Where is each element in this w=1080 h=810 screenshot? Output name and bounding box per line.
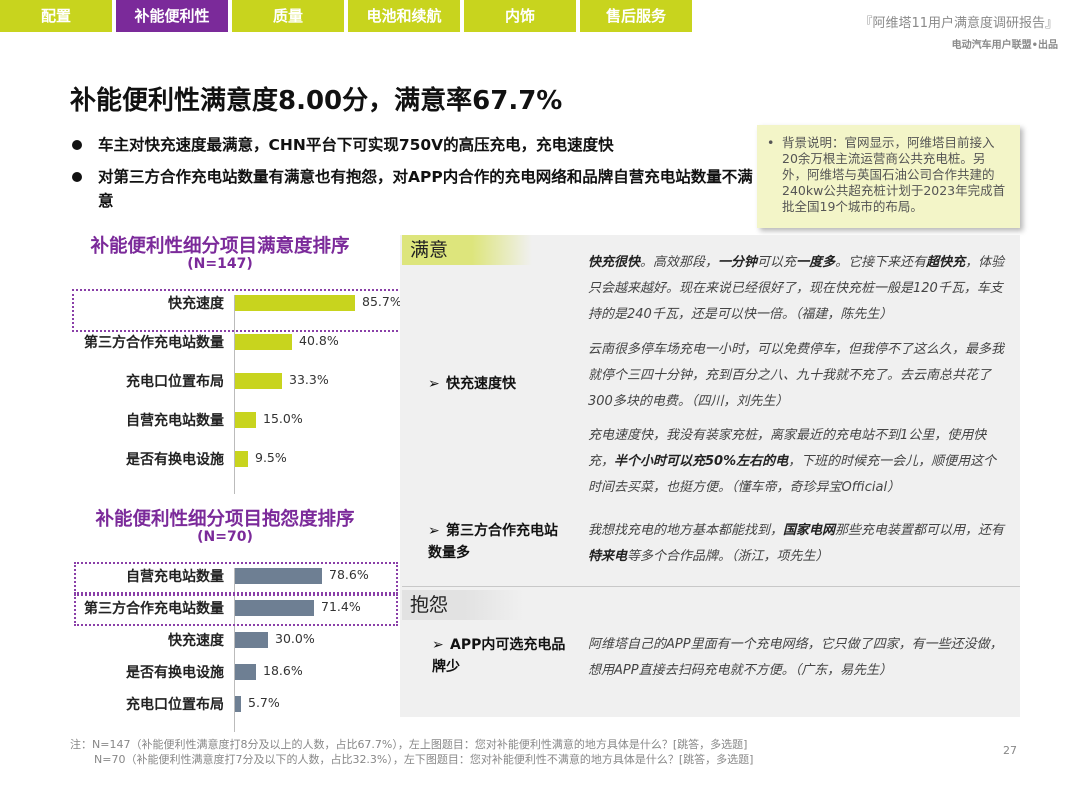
complaint-chart-title: 补能便利性细分项目抱怨度排序	[95, 509, 355, 530]
user-quote: 云南很多停车场充电一小时，可以免费停车，但我停不了这么久，最多我就停个三四十分钟…	[588, 342, 1005, 409]
user-quote: 我想找充电的地方基本都能找到，国家电网那些充电装置都可以用，还有特来电等多个合作…	[588, 523, 1005, 564]
bar	[235, 373, 282, 389]
arrow-right-icon: ➢	[432, 637, 444, 653]
finding-text: 对第三方合作充电站数量有满意也有抱怨，对APP内合作的充电网络和品牌自营充电站数…	[98, 168, 753, 210]
tab-quality[interactable]: 质量	[232, 0, 344, 32]
bar-value-label: 33.3%	[289, 372, 329, 387]
bar-category-label: 第三方合作充电站数量	[84, 601, 224, 617]
tag-fade	[464, 590, 524, 620]
note-bullet-icon: •	[767, 135, 775, 150]
bar-value-label: 9.5%	[255, 450, 287, 465]
tab-after-sales[interactable]: 售后服务	[580, 0, 692, 32]
tab-battery-range[interactable]: 电池和续航	[348, 0, 460, 32]
bar-category-label: 自营充电站数量	[126, 569, 224, 585]
background-note: • 背景说明：官网显示，阿维塔目前接入20余万根主流运营商公共充电桩。另外，阿维…	[757, 125, 1020, 228]
user-quote: 快充很快。高效那段，一分钟可以充一度多。它接下来还有超快充，体验只会越来越好。现…	[588, 255, 1005, 322]
footnote-line: 注：N=147（补能便利性满意度打8分及以上的人数，占比67.7%），左上图题目…	[70, 738, 748, 751]
tab-config[interactable]: 配置	[0, 0, 112, 32]
arrow-right-icon: ➢	[428, 376, 440, 392]
complaint-tag: 抱怨	[402, 590, 464, 620]
bar	[235, 412, 256, 428]
section-divider	[402, 586, 1020, 587]
bar-value-label: 15.0%	[263, 411, 303, 426]
bar	[235, 451, 248, 467]
report-subtitle: 电动汽车用户联盟•出品	[951, 40, 1058, 51]
page-title: 补能便利性满意度8.00分，满意率67.7%	[70, 86, 563, 116]
bar-category-label: 是否有换电设施	[126, 452, 224, 468]
satisfied-item: ➢ 第三方合作充电站数量多	[428, 520, 568, 564]
bar	[235, 295, 355, 311]
bar-value-label: 40.8%	[299, 333, 339, 348]
bar-category-label: 第三方合作充电站数量	[84, 335, 224, 351]
bar-value-label: 71.4%	[321, 599, 361, 614]
satisfied-tag: 满意	[402, 235, 472, 265]
finding-item: 对第三方合作充电站数量有满意也有抱怨，对APP内合作的充电网络和品牌自营充电站数…	[70, 165, 760, 213]
page-number: 27	[1003, 744, 1017, 757]
satisfaction-chart-title: 补能便利性细分项目满意度排序	[90, 236, 350, 257]
tab-charging-convenience[interactable]: 补能便利性	[116, 0, 228, 32]
complaint-chart-n: (N=70)	[197, 529, 253, 545]
satisfied-item: ➢ 快充速度快	[428, 373, 568, 395]
bullet-dot-icon	[72, 140, 82, 150]
complaint-item-label: APP内可选充电品牌少	[432, 637, 566, 675]
bar-category-label: 快充速度	[168, 633, 224, 649]
bar-value-label: 18.6%	[263, 663, 303, 678]
bar-value-label: 85.7%	[362, 294, 402, 309]
arrow-right-icon: ➢	[428, 523, 440, 539]
report-title: 『阿维塔11用户满意度调研报告』	[859, 16, 1058, 31]
bar	[235, 568, 322, 584]
user-quote: 充电速度快，我没有装家充桩，离家最近的充电站不到1公里，使用快充，半个小时可以充…	[588, 428, 997, 495]
footnote-line: N=70（补能便利性满意度打7分及以下的人数，占比32.3%），左下图题目：您对…	[94, 753, 754, 766]
key-findings: 车主对快充速度最满意，CHN平台下可实现750V的高压充电，充电速度快 对第三方…	[70, 133, 760, 221]
complaint-item: ➢ APP内可选充电品牌少	[432, 634, 572, 678]
bar	[235, 632, 268, 648]
bar	[235, 696, 241, 712]
bar-category-label: 充电口位置布局	[126, 374, 224, 390]
bar	[235, 600, 314, 616]
bar-category-label: 是否有换电设施	[126, 665, 224, 681]
finding-item: 车主对快充速度最满意，CHN平台下可实现750V的高压充电，充电速度快	[70, 133, 760, 157]
bar-value-label: 30.0%	[275, 631, 315, 646]
background-note-text: 背景说明：官网显示，阿维塔目前接入20余万根主流运营商公共充电桩。另外，阿维塔与…	[782, 135, 1006, 214]
bar	[235, 664, 256, 680]
satisfied-item-label: 第三方合作充电站数量多	[428, 523, 558, 561]
satisfied-item-label: 快充速度快	[446, 376, 516, 392]
satisfaction-chart-n: (N=147)	[187, 256, 253, 272]
tab-interior[interactable]: 内饰	[464, 0, 576, 32]
bar-value-label: 78.6%	[329, 567, 369, 582]
bullet-dot-icon	[72, 172, 82, 182]
bar-value-label: 5.7%	[248, 695, 280, 710]
bar-category-label: 充电口位置布局	[126, 697, 224, 713]
finding-text: 车主对快充速度最满意，CHN平台下可实现750V的高压充电，充电速度快	[98, 136, 614, 154]
section-nav: 配置 补能便利性 质量 电池和续航 内饰 售后服务	[0, 0, 696, 32]
bar	[235, 334, 292, 350]
tag-fade	[472, 235, 532, 265]
user-quote: 阿维塔自己的APP里面有一个充电网络，它只做了四家，有一些还没做，想用APP直接…	[588, 637, 1003, 678]
bar-category-label: 快充速度	[168, 296, 224, 312]
bar-category-label: 自营充电站数量	[126, 413, 224, 429]
footnote: 注：N=147（补能便利性满意度打8分及以上的人数，占比67.7%），左上图题目…	[70, 737, 753, 767]
